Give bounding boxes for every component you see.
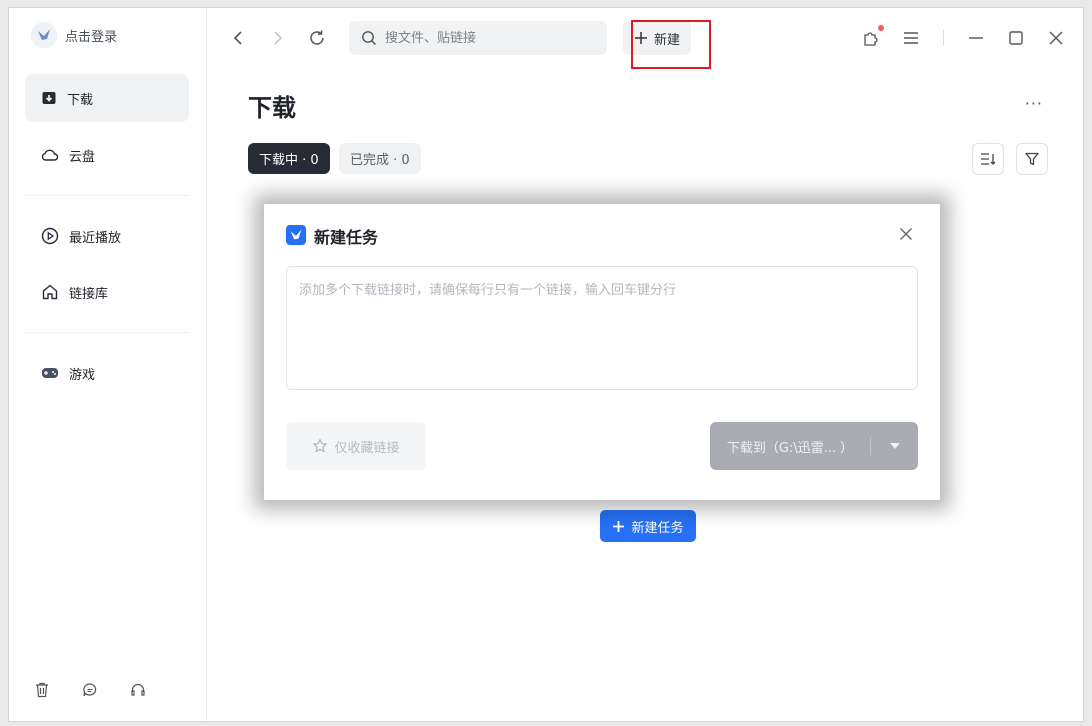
favorite-link-button[interactable]: 仅收藏链接 — [286, 422, 426, 470]
login-label: 点击登录 — [65, 29, 118, 45]
download-to-button[interactable]: 下载到（G:\迅雷... ） — [710, 422, 918, 470]
close-icon[interactable] — [896, 224, 916, 244]
sidebar-divider — [25, 195, 189, 196]
sidebar-divider — [25, 332, 189, 333]
filter-icon — [1025, 152, 1039, 166]
trash-icon[interactable] — [33, 681, 51, 699]
sidebar-item-recent-play[interactable]: 最近播放 — [25, 212, 189, 260]
sidebar-item-label: 游戏 — [69, 367, 96, 383]
bird-logo-icon — [31, 22, 57, 48]
star-icon — [313, 438, 328, 453]
back-icon[interactable] — [227, 27, 249, 49]
new-button-label: 新建 — [653, 32, 680, 48]
search-input[interactable] — [383, 29, 587, 47]
login-area[interactable]: 点击登录 — [31, 22, 117, 48]
sidebar-item-label: 云盘 — [69, 149, 96, 165]
search-icon — [362, 31, 377, 46]
sidebar-item-label: 链接库 — [69, 286, 109, 302]
maximize-icon[interactable] — [1005, 27, 1027, 49]
app-window: 点击登录 下载 云盘 最近播放 链接库 游戏 搜文件、贴链接 新建 下载 ···… — [8, 7, 1084, 722]
new-button[interactable]: 新建 — [623, 21, 691, 55]
sort-button[interactable] — [972, 143, 1004, 175]
sidebar-item-download[interactable]: 下载 — [25, 74, 189, 122]
page-title: 下载 — [248, 94, 296, 122]
dialog-title: 新建任务 — [314, 228, 379, 247]
link-textarea[interactable] — [286, 266, 918, 390]
plus-icon — [634, 32, 647, 44]
tab-downloading[interactable]: 下载中 · 0 — [248, 143, 330, 174]
home-icon — [42, 284, 58, 300]
sidebar-item-games[interactable]: 游戏 — [25, 349, 189, 397]
tab-completed[interactable]: 已完成 · 0 — [339, 143, 421, 174]
more-options-button[interactable]: ··· — [1025, 94, 1043, 113]
play-circle-icon — [41, 227, 59, 245]
download-box-icon — [42, 92, 56, 104]
toolbar-separator — [943, 30, 944, 46]
gamepad-icon — [42, 368, 58, 378]
new-task-button[interactable]: 新建任务 — [600, 510, 696, 542]
sidebar-item-cloud[interactable]: 云盘 — [25, 131, 189, 179]
sidebar-footer — [33, 681, 147, 699]
filter-button[interactable] — [1016, 143, 1048, 175]
headset-icon[interactable] — [129, 681, 147, 699]
caret-down-icon[interactable] — [871, 443, 918, 449]
toolbar: 新建 — [207, 8, 1083, 69]
chat-bubble-icon[interactable] — [81, 681, 99, 699]
bird-logo-icon — [286, 225, 306, 245]
sidebar-item-label: 下载 — [67, 92, 94, 108]
refresh-icon[interactable] — [306, 27, 328, 49]
menu-icon[interactable] — [900, 27, 922, 49]
cloud-icon — [41, 149, 59, 161]
new-task-label: 新建任务 — [631, 520, 684, 536]
sidebar-item-label: 最近播放 — [69, 230, 122, 246]
forward-icon[interactable] — [267, 27, 289, 49]
plus-icon — [613, 520, 625, 532]
minimize-icon[interactable] — [965, 27, 987, 49]
download-to-label: 下载到（G:\迅雷... ） — [726, 440, 854, 456]
new-task-dialog: 新建任务 仅收藏链接 下载到（G:\迅雷... ） — [264, 204, 940, 500]
notification-dot — [878, 25, 884, 31]
favorite-label: 仅收藏链接 — [334, 440, 400, 456]
sort-icon — [981, 153, 996, 165]
search-box[interactable] — [349, 21, 607, 55]
window-close-icon[interactable] — [1045, 27, 1067, 49]
sidebar-item-link-library[interactable]: 链接库 — [25, 268, 189, 316]
sidebar: 点击登录 下载 云盘 最近播放 链接库 游戏 — [9, 8, 207, 721]
